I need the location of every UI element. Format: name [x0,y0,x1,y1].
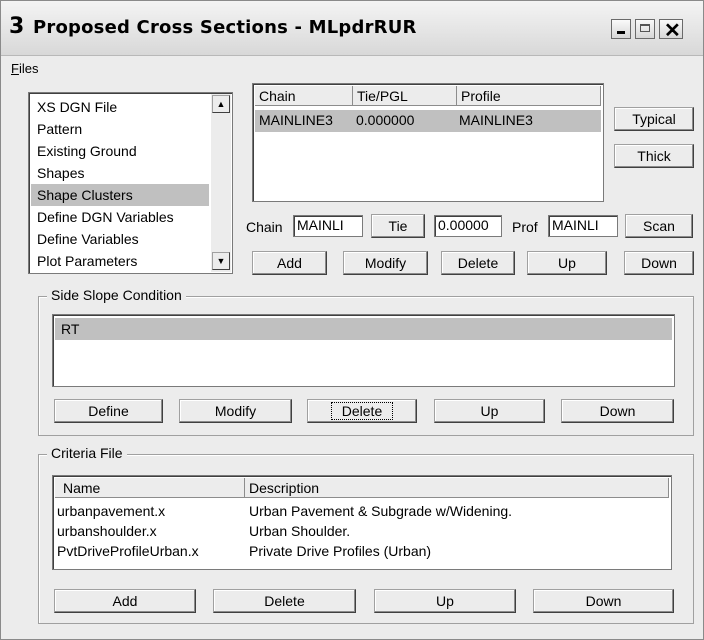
side-slope-list[interactable]: RT [52,314,675,387]
column-header-name[interactable]: Name [55,478,245,498]
side-slope-up-button[interactable]: Up [434,399,545,423]
cell-name: urbanpavement.x [57,503,166,519]
cell-chain: MAINLINE3 [259,112,333,128]
cell-name: urbanshoulder.x [57,523,157,539]
table-row[interactable]: PvtDriveProfileUrban.x Private Drive Pro… [55,542,669,562]
criteria-group: Criteria File Name Description urbanpave… [38,445,694,624]
delete-button[interactable]: Delete [441,251,515,275]
side-slope-modify-button[interactable]: Modify [179,399,292,423]
close-icon[interactable]: ✕ [659,19,683,42]
app-icon: 3 [9,14,25,39]
menu-bar: Files [1,56,703,80]
list-item[interactable]: XS DGN File [31,96,209,118]
typical-button[interactable]: Typical [614,107,694,131]
criteria-down-button[interactable]: Down [533,589,674,613]
cell-description: Urban Pavement & Subgrade w/Widening. [249,503,513,519]
cell-name: PvtDriveProfileUrban.x [57,543,199,559]
modify-button[interactable]: Modify [343,251,428,275]
criteria-add-button[interactable]: Add [54,589,196,613]
criteria-delete-button[interactable]: Delete [213,589,356,613]
category-scrollbar[interactable]: ▲ ▼ [211,94,231,272]
title-bar[interactable]: 3 Proposed Cross Sections - MLpdrRUR ✕ [1,1,703,56]
minimize-icon[interactable] [611,19,631,39]
list-item[interactable]: Plot Parameters [31,250,209,272]
chain-field[interactable]: MAINLI [293,215,363,237]
chain-label: Chain [246,219,283,235]
side-slope-group: Side Slope Condition RT Define Modify De… [38,287,694,436]
scan-button[interactable]: Scan [625,214,693,238]
cell-tie: 0.000000 [356,112,415,128]
column-header-tie-pgl[interactable]: Tie/PGL [353,86,457,106]
cell-description: Private Drive Profiles (Urban) [249,543,432,559]
table-row[interactable]: urbanshoulder.x Urban Shoulder. [55,522,669,542]
prof-field[interactable]: MAINLI [548,215,618,237]
define-button[interactable]: Define [54,399,163,423]
side-slope-delete-button[interactable]: Delete [307,399,417,423]
list-item[interactable]: Define DGN Variables [31,206,209,228]
cell-description: Urban Shoulder. [249,523,351,539]
list-item[interactable]: Pattern [31,118,209,140]
dialog-window: 3 Proposed Cross Sections - MLpdrRUR ✕ F… [0,0,704,640]
column-header-profile[interactable]: Profile [457,86,601,106]
maximize-icon[interactable] [635,19,655,39]
tie-field[interactable]: 0.00000 [434,215,502,237]
down-button[interactable]: Down [624,251,694,275]
add-button[interactable]: Add [252,251,327,275]
thick-button[interactable]: Thick [614,144,694,168]
category-list[interactable]: XS DGN File Pattern Existing Ground Shap… [28,92,233,274]
list-item-selected[interactable]: RT [55,318,672,340]
cell-profile: MAINLINE3 [459,112,533,128]
list-item-selected[interactable]: Shape Clusters [31,184,209,206]
table-row[interactable]: urbanpavement.x Urban Pavement & Subgrad… [55,502,669,522]
chain-table[interactable]: Chain Tie/PGL Profile MAINLINE3 0.000000… [252,83,604,202]
criteria-up-button[interactable]: Up [374,589,516,613]
prof-label: Prof [512,219,538,235]
side-slope-delete-label: Delete [330,402,394,420]
column-header-chain[interactable]: Chain [255,86,353,106]
column-header-description[interactable]: Description [245,478,669,498]
side-slope-title: Side Slope Condition [47,287,186,303]
list-item[interactable]: Shapes [31,162,209,184]
up-button[interactable]: Up [527,251,607,275]
criteria-table[interactable]: Name Description urbanpavement.x Urban P… [52,475,672,570]
table-row[interactable]: MAINLINE3 0.000000 MAINLINE3 [255,110,601,132]
window-title: Proposed Cross Sections - MLpdrRUR [33,17,417,38]
tie-button[interactable]: Tie [371,214,425,238]
criteria-title: Criteria File [47,445,127,461]
side-slope-down-button[interactable]: Down [561,399,674,423]
list-item[interactable]: Existing Ground [31,140,209,162]
arrow-down-icon[interactable]: ▼ [212,252,230,270]
list-item[interactable]: Define Variables [31,228,209,250]
arrow-up-icon[interactable]: ▲ [212,95,230,113]
menu-files[interactable]: Files [11,61,38,76]
